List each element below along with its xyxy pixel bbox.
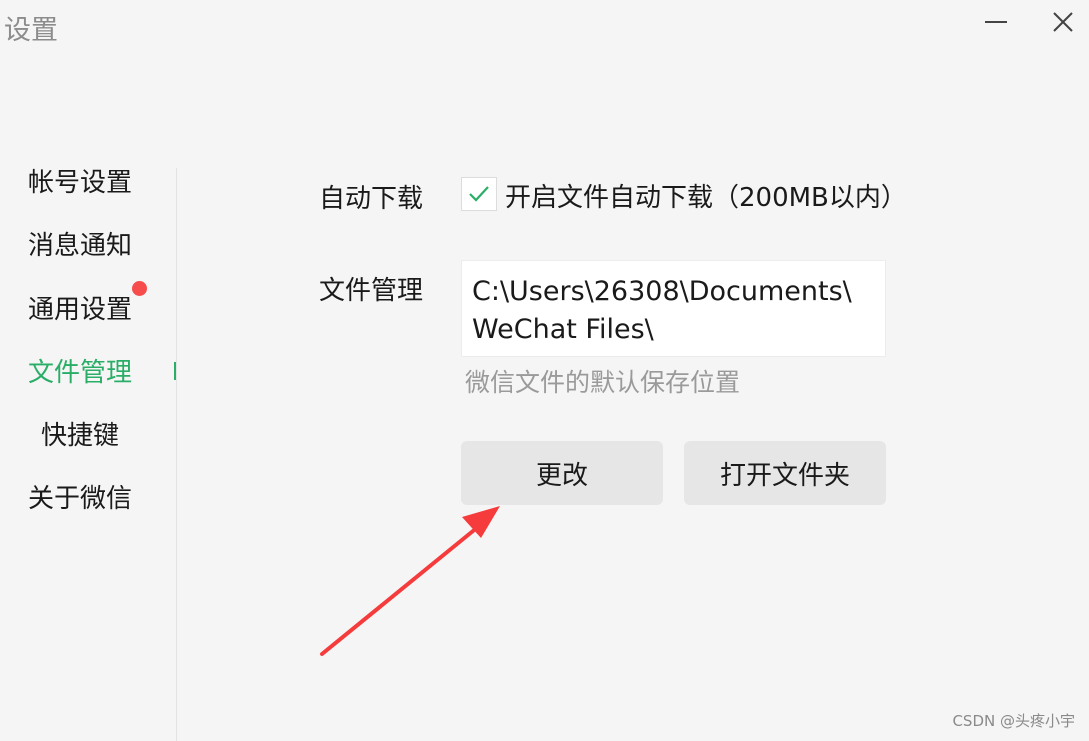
change-button[interactable]: 更改 xyxy=(461,441,663,505)
notification-badge-dot xyxy=(132,281,147,296)
checkmark-icon xyxy=(469,186,489,202)
sidebar-divider xyxy=(176,168,177,741)
sidebar-item-account-settings[interactable]: 帐号设置 xyxy=(0,155,160,205)
close-button[interactable] xyxy=(1043,2,1083,42)
file-path-hint: 微信文件的默认保存位置 xyxy=(465,368,741,397)
auto-download-checkbox-label[interactable]: 开启文件自动下载（200MB以内） xyxy=(505,177,907,214)
window-title: 设置 xyxy=(4,15,58,46)
minimize-icon xyxy=(985,21,1007,23)
watermark: CSDN @头疼小宇 xyxy=(952,712,1075,730)
file-management-label: 文件管理 xyxy=(319,276,424,306)
auto-download-label: 自动下载 xyxy=(319,184,424,214)
sidebar-item-about-wechat[interactable]: 关于微信 xyxy=(0,471,160,521)
close-icon xyxy=(1053,12,1073,32)
sidebar-item-shortcuts[interactable]: 快捷键 xyxy=(0,408,160,458)
sidebar-item-message-notifications[interactable]: 消息通知 xyxy=(0,218,160,268)
minimize-button[interactable] xyxy=(976,2,1016,42)
file-path-display: C:\Users\26308\Documents\ WeChat Files\ xyxy=(461,260,886,357)
auto-download-checkbox[interactable] xyxy=(461,177,497,211)
open-folder-button[interactable]: 打开文件夹 xyxy=(684,441,886,505)
sidebar-item-file-management[interactable]: 文件管理 xyxy=(0,345,160,395)
